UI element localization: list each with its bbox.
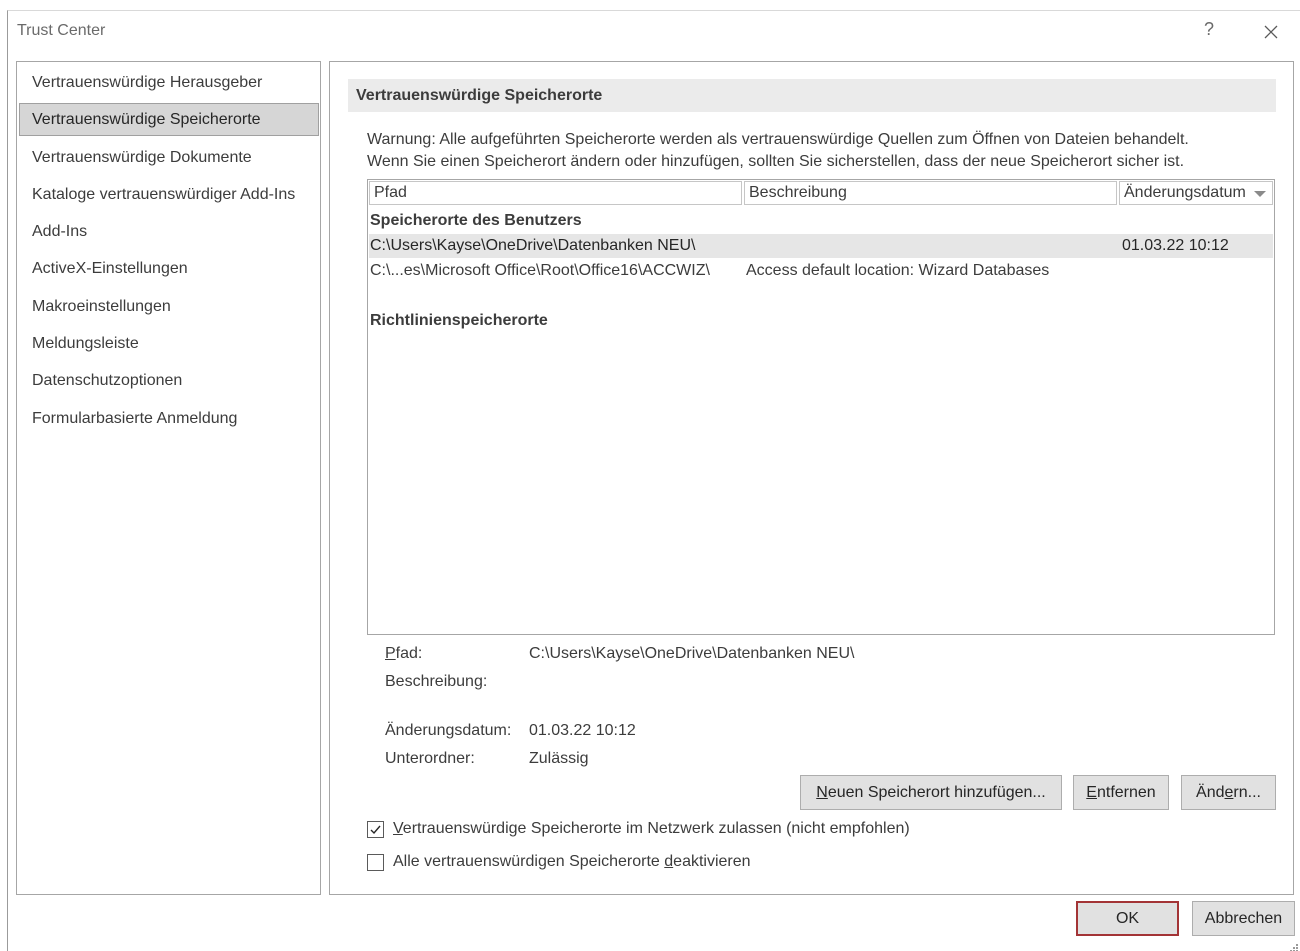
warning-line-2: Wenn Sie einen Speicherort ändern oder h…: [367, 153, 1185, 170]
cell-date: 01.03.22 10:12: [1122, 237, 1229, 254]
column-header-date[interactable]: Änderungsdatum: [1119, 181, 1273, 205]
network-locations-checkbox[interactable]: Vertrauenswürdige Speicherorte im Netzwe…: [367, 818, 910, 840]
group-user-locations: Speicherorte des Benutzers: [370, 212, 582, 229]
detail-date-label: Änderungsdatum:: [385, 722, 512, 739]
detail-path-label: Pfad:: [385, 645, 423, 662]
sidebar-item-activex[interactable]: ActiveX-Einstellungen: [19, 252, 319, 285]
column-header-date-label: Änderungsdatum: [1124, 184, 1246, 201]
column-header-path[interactable]: Pfad: [369, 181, 742, 205]
checkmark-icon: [370, 825, 381, 834]
column-header-description[interactable]: Beschreibung: [744, 181, 1117, 205]
detail-subfolders-value: Zulässig: [529, 750, 589, 767]
sidebar-item-dokumente[interactable]: Vertrauenswürdige Dokumente: [19, 141, 319, 174]
sidebar-item-makro[interactable]: Makroeinstellungen: [19, 290, 319, 323]
section-header: Vertrauenswürdige Speicherorte: [348, 79, 1276, 112]
sidebar-item-meldungsleiste[interactable]: Meldungsleiste: [19, 327, 319, 360]
cell-description: Access default location: Wizard Database…: [746, 262, 1050, 279]
detail-subfolders-label: Unterordner:: [385, 750, 475, 767]
warning-line-1: Warnung: Alle aufgeführten Speicherorte …: [367, 131, 1189, 148]
network-locations-label: Vertrauenswürdige Speicherorte im Netzwe…: [393, 820, 910, 837]
resize-grip-icon[interactable]: [1288, 939, 1298, 951]
main-panel: Vertrauenswürdige Speicherorte Warnung: …: [329, 61, 1294, 895]
table-row[interactable]: C:\...es\Microsoft Office\Root\Office16\…: [369, 259, 1273, 283]
sort-down-icon: [1254, 191, 1266, 197]
disable-all-checkbox[interactable]: Alle vertrauenswürdigen Speicherorte dea…: [367, 851, 751, 873]
modify-button[interactable]: Ändern...: [1181, 775, 1276, 810]
sidebar-item-kataloge[interactable]: Kataloge vertrauenswürdiger Add-Ins: [19, 178, 319, 211]
disable-all-label: Alle vertrauenswürdigen Speicherorte dea…: [393, 853, 751, 870]
trust-center-dialog: Trust Center ? Vertrauenswürdige Herausg…: [7, 10, 1300, 951]
sidebar-item-datenschutz[interactable]: Datenschutzoptionen: [19, 364, 319, 397]
sidebar-item-add-ins[interactable]: Add-Ins: [19, 215, 319, 248]
add-location-button[interactable]: Neuen Speicherort hinzufügen...: [800, 775, 1062, 810]
cell-path: C:\...es\Microsoft Office\Root\Office16\…: [370, 262, 710, 279]
remove-button[interactable]: Entfernen: [1073, 775, 1169, 810]
close-icon[interactable]: [1258, 19, 1284, 45]
window-title: Trust Center: [17, 22, 106, 39]
sidebar-item-formular[interactable]: Formularbasierte Anmeldung: [19, 402, 319, 435]
sidebar: Vertrauenswürdige Herausgeber Vertrauens…: [16, 61, 321, 895]
help-icon[interactable]: ?: [1198, 19, 1220, 45]
group-policy-locations: Richtlinienspeicherorte: [370, 312, 548, 329]
detail-description-label: Beschreibung:: [385, 673, 488, 690]
detail-date-value: 01.03.22 10:12: [529, 722, 636, 739]
checkbox-box[interactable]: [367, 820, 384, 838]
table-row[interactable]: C:\Users\Kayse\OneDrive\Datenbanken NEU\…: [369, 234, 1273, 258]
sidebar-item-speicherorte[interactable]: Vertrauenswürdige Speicherorte: [19, 103, 319, 136]
warning-text: Warnung: Alle aufgeführten Speicherorte …: [367, 129, 1267, 173]
detail-path-value: C:\Users\Kayse\OneDrive\Datenbanken NEU\: [529, 645, 855, 662]
ok-button[interactable]: OK: [1076, 901, 1179, 936]
sidebar-item-herausgeber[interactable]: Vertrauenswürdige Herausgeber: [19, 66, 319, 99]
trusted-locations-list[interactable]: Pfad Beschreibung Änderungsdatum Speiche…: [367, 179, 1275, 635]
cancel-button[interactable]: Abbrechen: [1192, 901, 1295, 936]
checkbox-box[interactable]: [367, 853, 384, 871]
cell-path: C:\Users\Kayse\OneDrive\Datenbanken NEU\: [370, 237, 696, 254]
